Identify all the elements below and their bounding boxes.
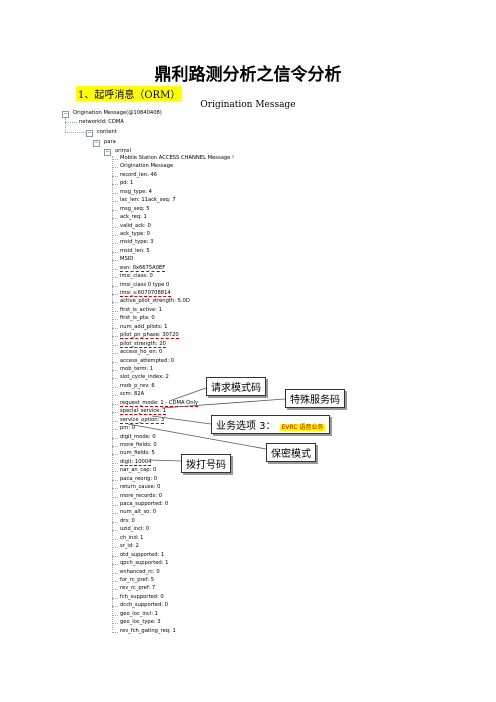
arrow-dialed-digits <box>149 459 182 462</box>
arrow-privacy-mode <box>127 423 267 450</box>
arrow-request-mode <box>171 387 207 401</box>
arrow-special-service <box>161 398 286 409</box>
callout-arrows <box>127 387 286 462</box>
arrow-service-option <box>151 415 212 425</box>
